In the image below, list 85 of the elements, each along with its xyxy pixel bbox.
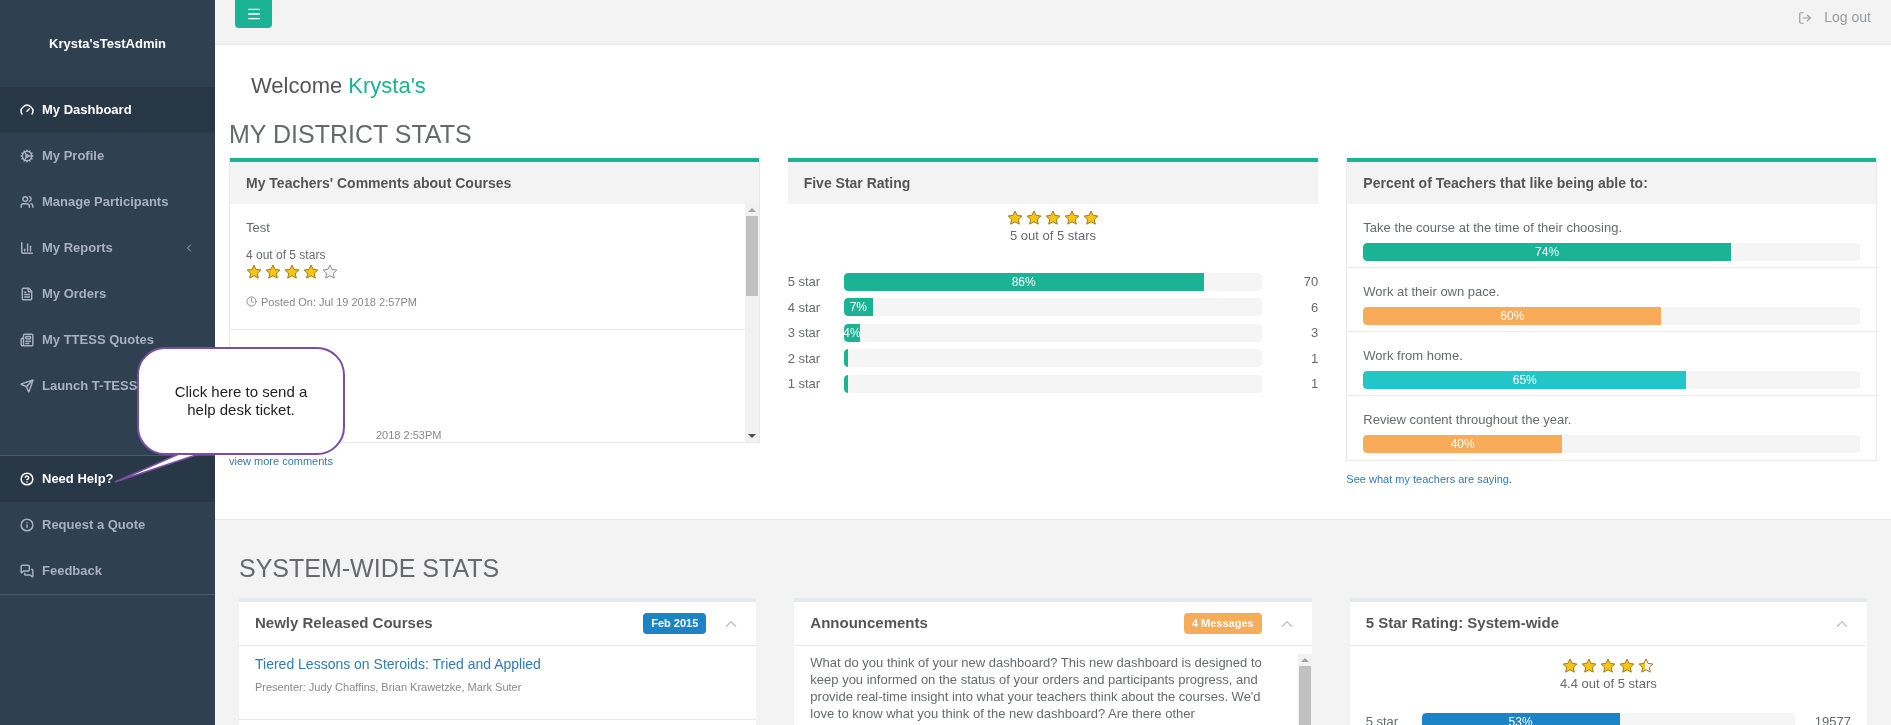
panel-title: Announcements xyxy=(810,613,928,634)
star-icon xyxy=(1083,210,1099,226)
progress-fill: 65% xyxy=(1363,370,1687,389)
paper-plane-icon xyxy=(20,379,34,393)
star-icon xyxy=(1064,210,1080,226)
progress-fill: 7% xyxy=(843,298,873,317)
star-icon xyxy=(1638,658,1655,674)
star-icon xyxy=(1045,210,1061,226)
menu-icon xyxy=(245,6,262,22)
posted-date: 2018 2:53PM xyxy=(376,428,442,442)
star-icon xyxy=(1007,210,1023,226)
panel-title: 5 Star Rating: System-wide xyxy=(1365,613,1560,634)
section-heading: MY DISTRICT STATS xyxy=(229,119,473,150)
progress-fill: 53% xyxy=(1421,712,1620,725)
panel-badge: 4 Messages xyxy=(1183,613,1262,634)
star-icon xyxy=(1562,658,1579,674)
info-icon xyxy=(20,518,34,532)
rating-label: 4 star xyxy=(787,298,822,317)
rating-text: 4 out of 5 stars xyxy=(246,246,327,264)
percent-label: Work at their own pace. xyxy=(1363,283,1501,301)
rating-label: 1 star xyxy=(787,375,822,393)
rating-summary: 4.4 out of 5 stars xyxy=(1559,675,1657,693)
panel-title: Five Star Rating xyxy=(803,173,911,193)
welcome-text: Welcome xyxy=(251,72,343,100)
announcement-text: What do you think of your new dashboard? This new dashboard is designed to keep you informed on the status of your orders and participants progress, and provide real-time insight into what your teachers think about the courses. We'd love to know what you think of the new dashboard? Are there other xyxy=(810,654,1263,723)
document-icon xyxy=(20,287,34,301)
sidebar-item[interactable]: My Orders xyxy=(0,271,215,317)
star-icon xyxy=(1600,658,1617,674)
bar-chart-icon xyxy=(20,241,34,255)
panel-title: My Teachers' Comments about Courses xyxy=(246,173,512,193)
star-icon xyxy=(1619,658,1636,674)
view-comments-link[interactable]: view more comments xyxy=(229,453,333,470)
star-icon xyxy=(322,263,338,280)
star-icon xyxy=(1026,210,1042,226)
percent-label: Take the course at the time of their choosing. xyxy=(1363,219,1624,237)
rating-count: 6 xyxy=(1310,298,1319,317)
sidebar-item[interactable]: Request a Quote xyxy=(0,502,215,548)
panel-title: Newly Released Courses xyxy=(255,613,433,634)
course-link[interactable]: Tiered Lessons on Steroids: Tried and Applied xyxy=(255,654,741,675)
help-icon xyxy=(20,472,34,486)
teachers-saying-link[interactable]: See what my teachers are saying. xyxy=(1346,471,1513,488)
menu-button[interactable] xyxy=(235,0,272,28)
progress-fill: 74% xyxy=(1363,242,1731,261)
progress-fill: 60% xyxy=(1363,306,1662,325)
rating-count: 70 xyxy=(1302,273,1319,291)
sidebar-item[interactable]: Feedback xyxy=(0,548,215,594)
progress-fill: 86% xyxy=(843,272,1204,291)
newspaper-icon xyxy=(20,333,34,347)
rating-count: 1 xyxy=(1310,375,1319,393)
sidebar-item[interactable]: Need Help? xyxy=(0,456,215,502)
rating-count: 3 xyxy=(1310,324,1319,342)
star-icon xyxy=(1581,658,1598,674)
star-icon xyxy=(303,263,319,280)
rating-label: 3 star xyxy=(787,324,822,342)
users-icon xyxy=(20,195,34,209)
section-heading: SYSTEM-WIDE STATS xyxy=(239,553,501,584)
scrollbar[interactable] xyxy=(744,204,759,442)
presenter-text: Presenter: Judy Chaffins, Brian Krawetzke, Mark Suter xyxy=(255,680,523,695)
sidebar-item[interactable]: My Reports xyxy=(0,225,215,271)
scrollbar[interactable] xyxy=(1297,654,1312,725)
rating-label: 2 star xyxy=(787,349,822,368)
rating-count: 1 xyxy=(1310,349,1319,368)
rating-label: 5 star xyxy=(787,273,822,291)
progress-fill: 40% xyxy=(1363,434,1562,453)
posted-date: Posted On: Jul 19 2018 2:57PM xyxy=(261,294,417,310)
clock-icon xyxy=(246,296,257,308)
sidebar-item[interactable]: My Profile xyxy=(0,133,215,179)
chat-icon xyxy=(20,564,34,578)
star-icon xyxy=(265,263,281,280)
sidebar-item[interactable]: My Dashboard xyxy=(0,87,215,133)
star-icon xyxy=(284,263,300,280)
welcome-name: Krysta's xyxy=(348,72,426,100)
sidebar-item[interactable]: Manage Participants xyxy=(0,179,215,225)
panel-title: Percent of Teachers that like being able to: xyxy=(1363,173,1648,193)
percent-label: Review content throughout the year. xyxy=(1363,411,1573,429)
rating-summary: 5 out of 5 stars xyxy=(1010,227,1096,245)
logout-link[interactable]: Log out xyxy=(1798,7,1871,28)
percent-label: Work from home. xyxy=(1363,347,1464,365)
gauge-icon xyxy=(20,103,34,117)
gear-icon xyxy=(20,149,34,163)
panel-badge: Feb 2015 xyxy=(643,613,707,634)
star-icon xyxy=(246,263,262,280)
sidebar-title: Krysta'sTestAdmin xyxy=(49,34,166,53)
comment-title: Test xyxy=(246,219,271,237)
logout-icon xyxy=(1798,10,1813,25)
